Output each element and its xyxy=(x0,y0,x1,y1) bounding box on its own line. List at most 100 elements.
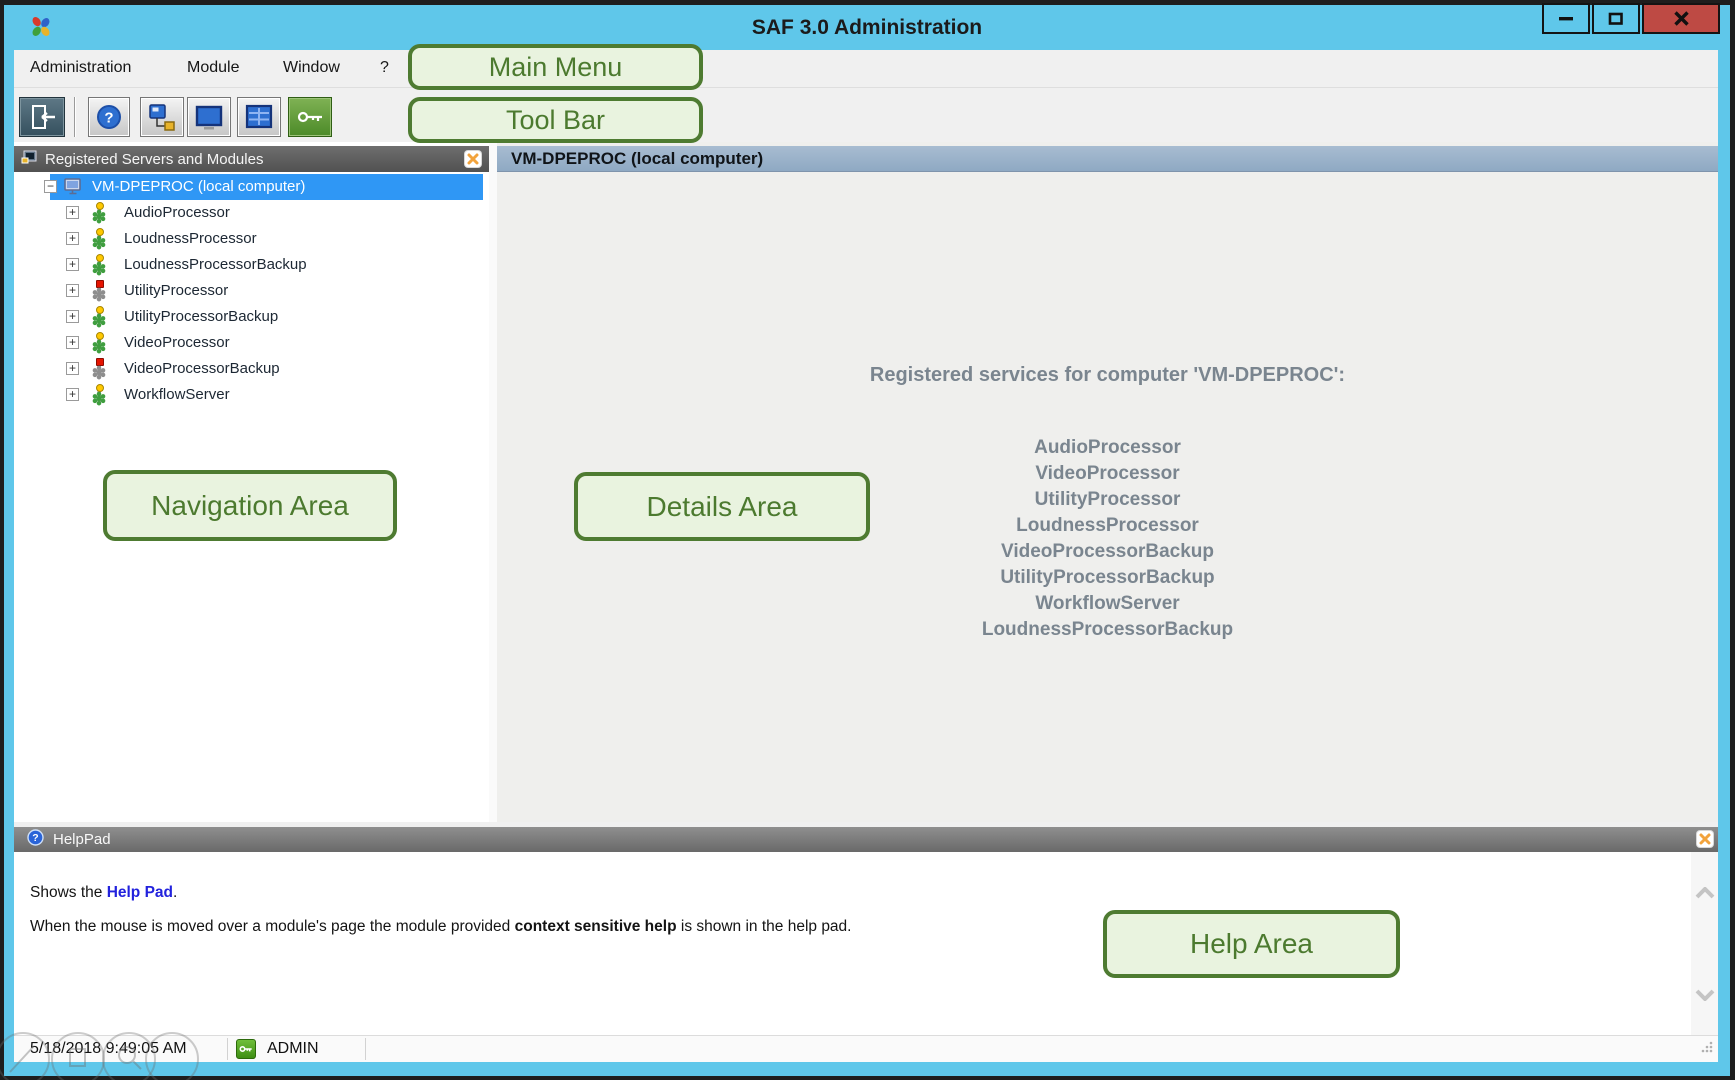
expand-expander-icon[interactable]: + xyxy=(66,232,79,245)
login-key-icon xyxy=(294,103,326,131)
exit-door-icon xyxy=(26,103,58,131)
expand-expander-icon[interactable]: + xyxy=(66,284,79,297)
service-status-icon xyxy=(90,254,108,276)
navigation-pad-button[interactable] xyxy=(140,97,184,137)
service-name: WorkflowServer xyxy=(497,591,1718,617)
service-status-icon xyxy=(90,228,108,250)
expand-expander-icon[interactable]: + xyxy=(66,310,79,323)
tree-root-server[interactable]: − VM-DPEPROC (local computer) xyxy=(14,174,489,200)
expand-expander-icon[interactable]: + xyxy=(66,258,79,271)
helppad-close-icon[interactable] xyxy=(1697,831,1713,847)
tree-item[interactable]: + AudioProc xyxy=(14,200,489,226)
tree-root-label[interactable]: VM-DPEPROC (local computer) xyxy=(92,178,305,195)
service-status-icon xyxy=(90,306,108,328)
menu-module[interactable]: Module xyxy=(187,59,239,77)
navigation-close-icon[interactable] xyxy=(465,151,481,167)
service-name: VideoProcessorBackup xyxy=(497,539,1718,565)
service-status-icon xyxy=(90,332,108,354)
gear-icon xyxy=(91,209,107,224)
module-list-button[interactable] xyxy=(237,97,281,137)
status-bar: 5/18/2018 9:49:05 AM ADMIN xyxy=(14,1035,1718,1062)
annotation-details-area: Details Area xyxy=(574,472,870,541)
gear-icon xyxy=(91,313,107,328)
menu-administration[interactable]: Administration xyxy=(30,59,131,77)
tree-item-label[interactable]: LoudnessProcessor xyxy=(124,230,257,247)
tree-item[interactable]: + VideoProc xyxy=(14,356,489,382)
help-line-2: When the mouse is moved over a module's … xyxy=(30,918,851,936)
help-text: Shows the xyxy=(30,884,107,901)
tree-item-label[interactable]: VideoProcessorBackup xyxy=(124,360,280,377)
toolbar: ? xyxy=(14,88,1718,142)
service-name: UtilityProcessorBackup xyxy=(497,565,1718,591)
help-text: . xyxy=(173,884,177,901)
watermark-copy-icon xyxy=(51,1032,105,1080)
service-name: AudioProcessor xyxy=(497,435,1718,461)
titlebar[interactable]: SAF 3.0 Administration xyxy=(4,5,1730,50)
help-text: is shown in the help pad. xyxy=(677,918,852,935)
saf-admin-window: SAF 3.0 Administration Administration Mo… xyxy=(0,0,1735,1080)
status-separator xyxy=(227,1038,228,1060)
details-pad-button[interactable] xyxy=(187,97,231,137)
tree-item[interactable]: + LoudnessP xyxy=(14,226,489,252)
details-header: VM-DPEPROC (local computer) xyxy=(497,146,1718,172)
minimize-icon xyxy=(1558,16,1574,21)
exit-button[interactable] xyxy=(19,97,65,137)
tree-item[interactable]: + UtilityPr xyxy=(14,278,489,304)
server-tree: − VM-DPEPROC (local computer) xyxy=(14,174,489,408)
annotation-tool-bar: Tool Bar xyxy=(408,97,703,143)
tree-item[interactable]: + UtilityPr xyxy=(14,304,489,330)
status-separator xyxy=(365,1038,366,1060)
expand-expander-icon[interactable]: + xyxy=(66,388,79,401)
menu-help[interactable]: ? xyxy=(380,59,389,77)
tree-children: + AudioProc xyxy=(14,200,489,408)
expand-expander-icon[interactable]: + xyxy=(66,336,79,349)
panel-splitter[interactable] xyxy=(489,142,497,822)
help-pad-link[interactable]: Help Pad xyxy=(107,884,173,901)
main-menu-bar: Administration Module Window ? xyxy=(14,50,1718,88)
watermark-circle-icon xyxy=(145,1032,199,1080)
close-button[interactable] xyxy=(1642,3,1720,34)
scroll-up-icon[interactable] xyxy=(1691,878,1718,908)
tree-item-label[interactable]: LoudnessProcessorBackup xyxy=(124,256,307,273)
watermark-pencil-icon xyxy=(0,1032,50,1080)
navigation-header: Registered Servers and Modules xyxy=(14,146,489,172)
minimize-button[interactable] xyxy=(1542,3,1590,34)
tree-item-label[interactable]: UtilityProcessorBackup xyxy=(124,308,278,325)
service-status-icon xyxy=(90,384,108,406)
help-scrollbar[interactable] xyxy=(1691,852,1718,1035)
annotation-main-menu: Main Menu xyxy=(408,44,703,90)
details-screen-icon xyxy=(193,103,225,131)
help-line-1: Shows the Help Pad. xyxy=(30,884,177,902)
gear-icon xyxy=(91,339,107,354)
tree-item[interactable]: + WorkflowS xyxy=(14,382,489,408)
tree-item-label[interactable]: UtilityProcessor xyxy=(124,282,228,299)
gear-icon xyxy=(91,235,107,250)
close-icon xyxy=(1673,11,1690,26)
maximize-icon xyxy=(1608,12,1624,26)
svg-text:?: ? xyxy=(32,832,38,844)
help-button[interactable]: ? xyxy=(88,97,130,137)
computer-icon xyxy=(64,178,84,201)
collapse-expander-icon[interactable]: − xyxy=(44,180,57,193)
expand-expander-icon[interactable]: + xyxy=(66,206,79,219)
user-key-icon xyxy=(236,1039,256,1059)
tree-item-label[interactable]: AudioProcessor xyxy=(124,204,230,221)
expand-expander-icon[interactable]: + xyxy=(66,362,79,375)
scroll-down-icon[interactable] xyxy=(1691,980,1718,1010)
tree-item[interactable]: + LoudnessP xyxy=(14,252,489,278)
tree-item-label[interactable]: VideoProcessor xyxy=(124,334,230,351)
service-status-icon xyxy=(90,280,108,302)
service-status-icon xyxy=(90,358,108,380)
help-text: When the mouse is moved over a module's … xyxy=(30,918,515,935)
gear-icon xyxy=(91,365,107,380)
details-heading: Registered services for computer 'VM-DPE… xyxy=(497,172,1718,387)
menu-window[interactable]: Window xyxy=(283,59,340,77)
helppad-header: ? HelpPad xyxy=(14,827,1718,852)
login-key-button[interactable] xyxy=(288,97,332,137)
maximize-button[interactable] xyxy=(1592,3,1640,34)
navigation-pad-icon xyxy=(146,102,178,132)
tree-item[interactable]: + VideoProc xyxy=(14,330,489,356)
navigation-header-title: Registered Servers and Modules xyxy=(45,151,263,168)
tree-item-label[interactable]: WorkflowServer xyxy=(124,386,230,403)
resize-grip[interactable] xyxy=(1700,1040,1714,1059)
